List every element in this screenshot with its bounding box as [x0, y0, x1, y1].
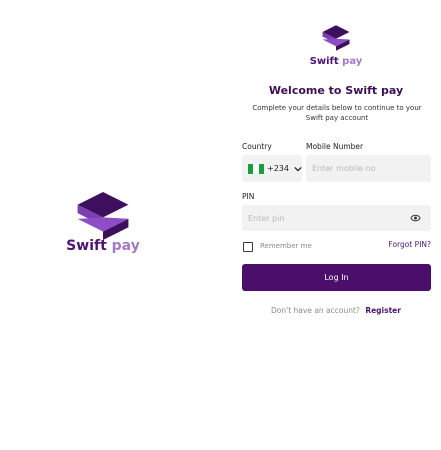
mobile-number-input[interactable] — [306, 155, 431, 182]
brand-name: Swift pay — [66, 238, 140, 254]
swift-pay-logo-icon — [321, 24, 353, 54]
remember-me-checkbox[interactable] — [243, 242, 253, 252]
pin-field — [242, 205, 431, 231]
remember-me-label: Remember me — [260, 242, 312, 250]
dial-code: +234 — [267, 164, 289, 173]
register-row: Don't have an account? Register — [238, 306, 434, 315]
nigeria-flag-icon — [248, 163, 264, 174]
eye-icon[interactable] — [410, 213, 421, 223]
pin-label: PIN — [242, 192, 255, 201]
page-title: Welcome to Swift pay — [268, 84, 404, 97]
mobile-number-label: Mobile Number — [306, 142, 364, 151]
register-question: Don't have an account? — [271, 306, 360, 315]
chevron-down-icon — [294, 166, 302, 171]
login-panel: Swift pay Welcome to Swift pay Complete … — [238, 0, 434, 450]
splash-panel: Swift pay — [0, 0, 205, 450]
country-label: Country — [242, 142, 272, 151]
forgot-pin-link[interactable]: Forgot PIN? — [388, 240, 431, 249]
page-subtitle: Complete your details below to continue … — [252, 104, 422, 122]
pin-input[interactable] — [242, 205, 402, 231]
country-code-select[interactable]: +234 — [242, 155, 302, 182]
register-link[interactable]: Register — [365, 306, 401, 315]
login-button[interactable]: Log In — [242, 264, 431, 291]
brand-name: Swift pay — [309, 56, 363, 67]
